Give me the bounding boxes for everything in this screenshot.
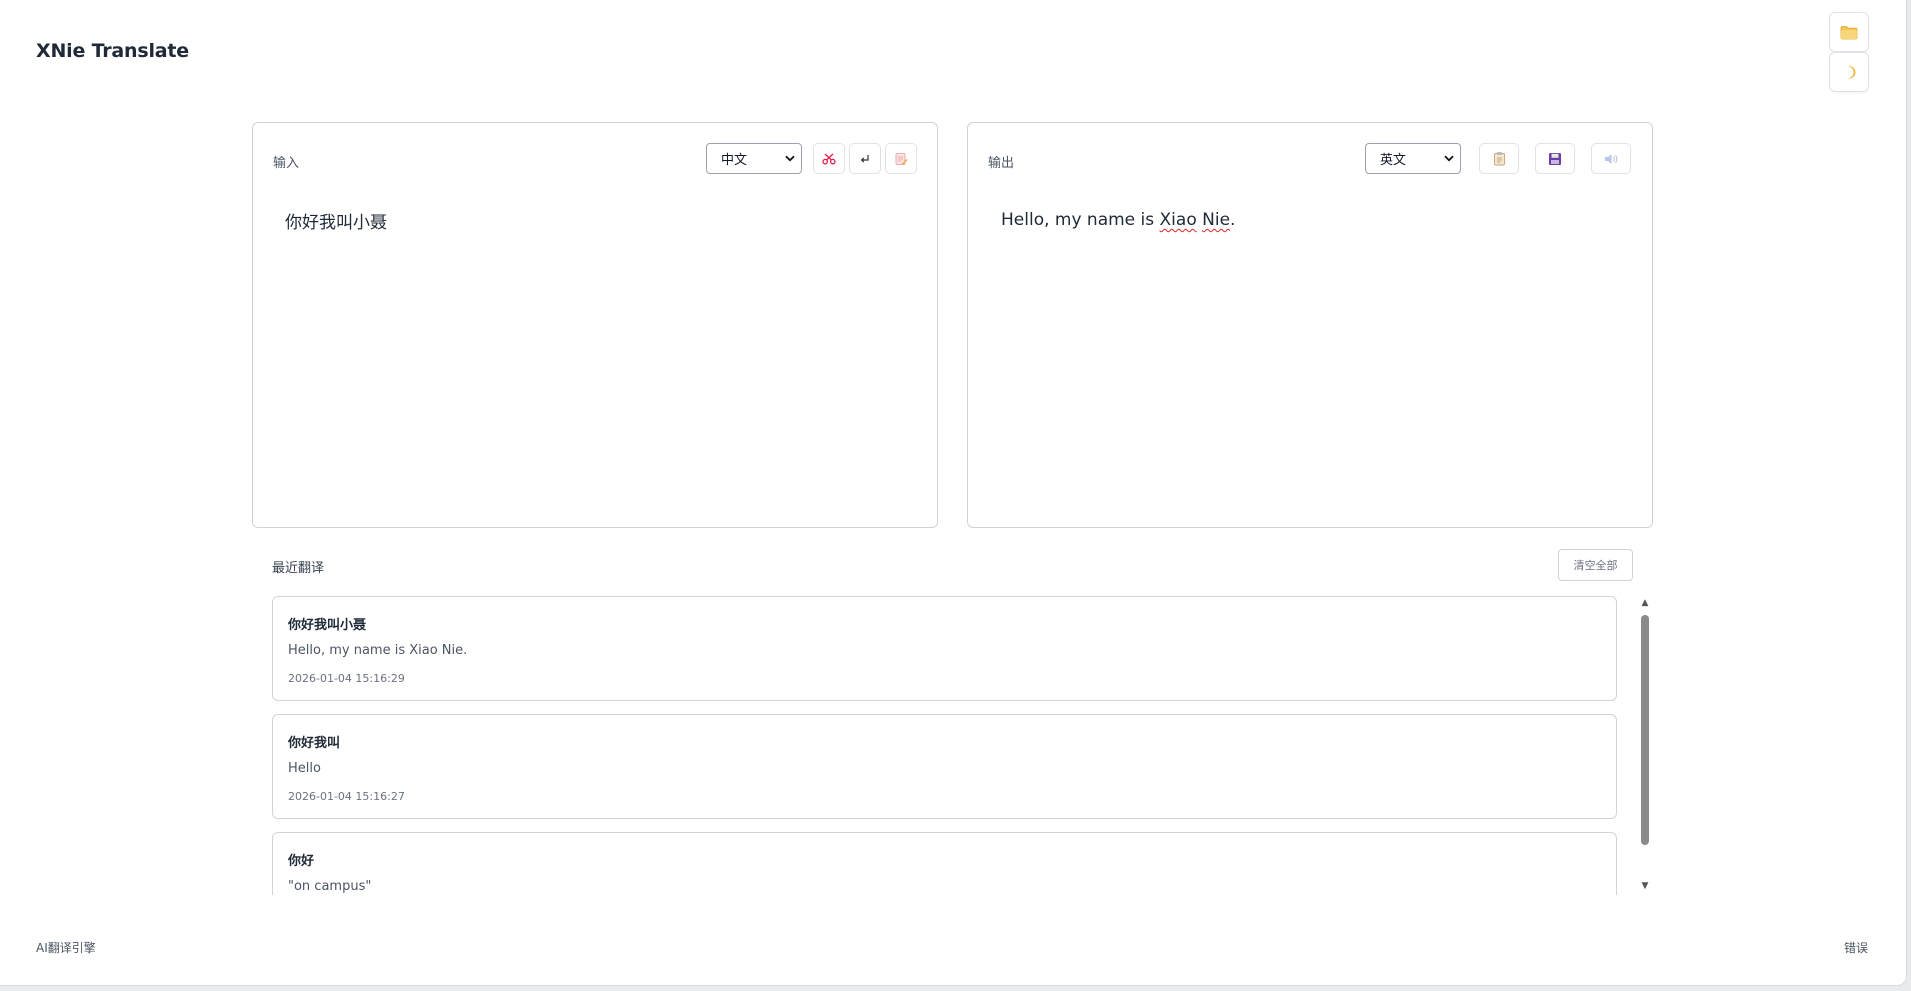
output-panel: 输出 英文 Hello, my name is Xiao Nie. [967,122,1653,528]
input-panel: 输入 中文 你好我叫小聂 [252,122,938,528]
spellcheck-word: Xiao [1159,210,1197,230]
history-list[interactable]: 你好我叫小聂 Hello, my name is Xiao Nie. 2026-… [272,596,1618,895]
source-text-area[interactable]: 你好我叫小聂 [285,208,387,233]
target-language-value: 英文 [1380,153,1407,168]
edit-document-button[interactable] [885,143,917,174]
output-label: 输出 [988,156,1015,171]
clipboard-icon [1493,151,1506,166]
translated-text-area[interactable]: Hello, my name is Xiao Nie. [1001,210,1235,230]
folder-icon [1840,25,1858,40]
history-item[interactable]: 你好我叫小聂 Hello, my name is Xiao Nie. 2026-… [272,596,1617,701]
speaker-icon [1604,153,1619,165]
source-language-select[interactable]: 中文 [706,143,802,174]
save-button[interactable] [1535,143,1575,174]
chevron-down-icon [1444,155,1454,162]
cut-button[interactable] [813,143,845,174]
history-source: 你好我叫小聂 [288,618,367,633]
scroll-down-icon[interactable]: ▼ [1640,881,1650,891]
app-window: XNie Translate 输入 中文 你好我叫小聂 输出 英文 Hello,… [0,0,1907,986]
history-source: 你好我叫 [288,736,341,751]
open-folder-button[interactable] [1829,12,1869,52]
history-source: 你好 [288,854,315,869]
scrollbar-thumb[interactable] [1641,615,1649,845]
theme-toggle-button[interactable] [1829,52,1869,92]
source-language-value: 中文 [721,153,748,168]
history-item[interactable]: 你好 "on campus" [272,832,1617,895]
enter-icon [859,154,871,164]
moon-icon [1841,64,1857,80]
speak-button[interactable] [1591,143,1631,174]
scissors-icon [822,153,836,165]
chevron-down-icon [785,155,795,162]
edit-doc-icon [894,152,908,166]
spellcheck-word: Nie [1202,210,1231,230]
history-title: 最近翻译 [272,561,325,576]
scroll-up-icon[interactable]: ▲ [1640,598,1650,608]
target-language-select[interactable]: 英文 [1365,143,1461,174]
translated-text-part: Hello, my name is [1001,210,1160,230]
history-item[interactable]: 你好我叫 Hello 2026-01-04 15:16:27 [272,714,1617,819]
clear-all-button[interactable]: 清空全部 [1558,549,1633,581]
status-label: 错误 [1844,941,1869,955]
translated-text-end: . [1230,210,1236,230]
copy-button[interactable] [1479,143,1519,174]
input-label: 输入 [273,156,300,171]
engine-label: AI翻译引擎 [36,941,96,955]
history-time: 2026-01-04 15:16:29 [288,672,405,685]
history-translation: Hello, my name is Xiao Nie. [288,643,468,658]
history-scrollbar[interactable]: ▲ ▼ [1638,598,1652,894]
enter-button[interactable] [849,143,881,174]
app-title: XNie Translate [36,40,189,62]
history-translation: Hello [288,761,321,776]
history-translation: "on campus" [288,879,372,894]
history-time: 2026-01-04 15:16:27 [288,790,405,803]
save-icon [1548,152,1562,166]
